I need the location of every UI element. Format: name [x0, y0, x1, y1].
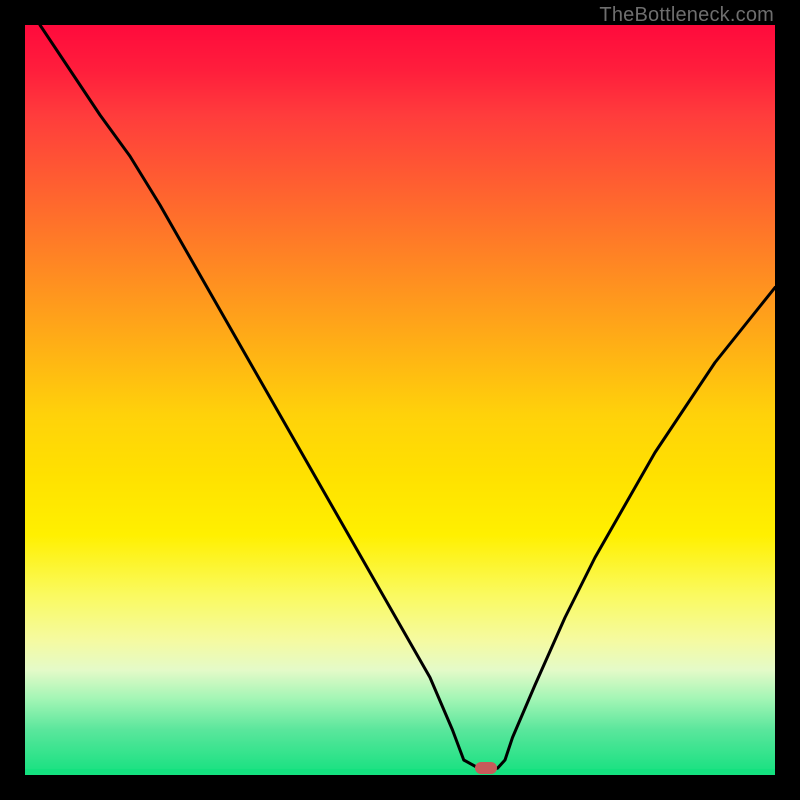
watermark-text: TheBottleneck.com: [599, 4, 774, 27]
curve-svg: [25, 25, 775, 775]
minimum-marker: [475, 762, 497, 774]
bottleneck-curve-path: [40, 25, 775, 768]
plot-area: [25, 25, 775, 775]
chart-stage: TheBottleneck.com: [0, 0, 800, 800]
